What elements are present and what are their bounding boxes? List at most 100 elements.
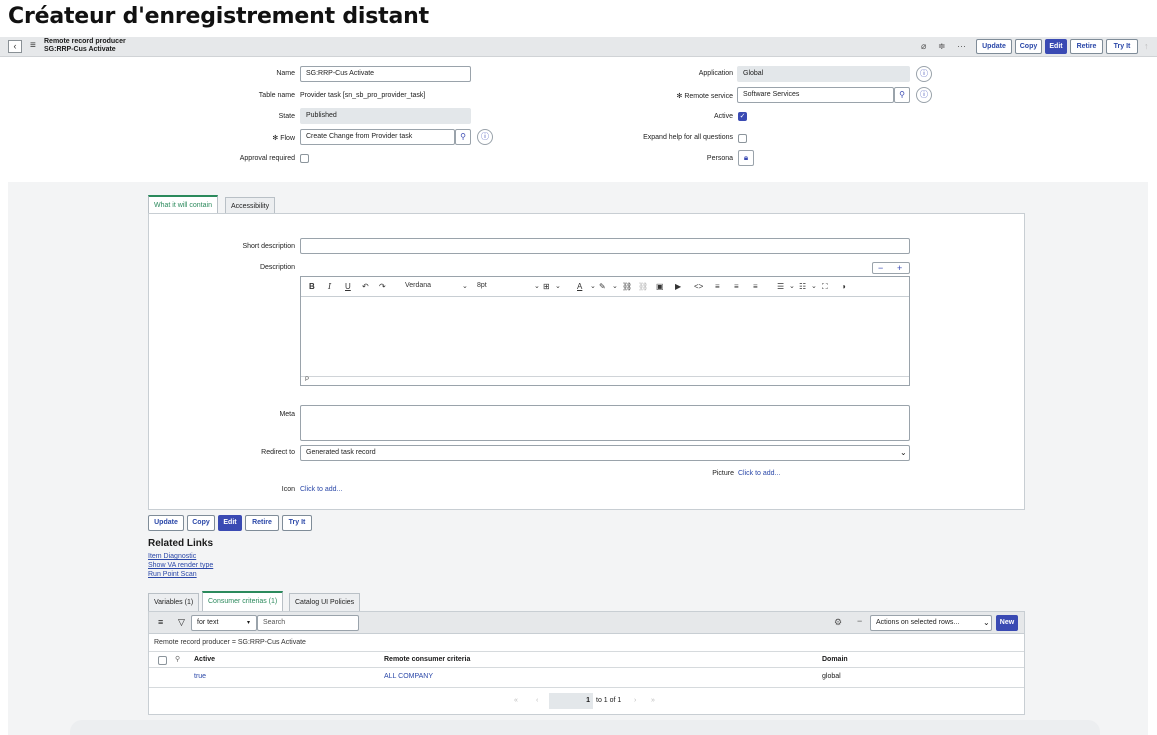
numbered-list-icon[interactable]: ☷: [799, 282, 806, 291]
approval-checkbox[interactable]: [300, 154, 309, 163]
next-page-icon[interactable]: ›: [634, 697, 636, 704]
show-va-render-link[interactable]: Show VA render type: [148, 562, 213, 569]
select-all-checkbox[interactable]: [158, 656, 167, 665]
name-field[interactable]: SG:RRP-Cus Activate: [300, 66, 471, 82]
align-right-icon[interactable]: ≡: [753, 282, 758, 291]
tab-variables[interactable]: Variables (1): [148, 593, 200, 611]
chevron-down-icon[interactable]: ⌄: [612, 282, 618, 290]
back-button[interactable]: ‹: [8, 40, 22, 53]
italic-icon[interactable]: I: [328, 282, 331, 291]
flow-field[interactable]: Create Change from Provider task: [300, 129, 455, 145]
attachment-icon[interactable]: ⌀: [921, 41, 926, 52]
text-color-icon[interactable]: A: [577, 282, 582, 291]
image-icon[interactable]: ▣: [656, 282, 664, 291]
page-input[interactable]: 1: [549, 693, 593, 709]
redirect-select[interactable]: Generated task record: [300, 445, 910, 461]
column-active[interactable]: Active: [194, 656, 215, 663]
try-it-button[interactable]: Try It: [1106, 39, 1138, 54]
new-button[interactable]: New: [996, 615, 1018, 631]
filter-icon[interactable]: ▽: [178, 617, 185, 628]
actions-select[interactable]: Actions on selected rows...: [870, 615, 992, 631]
chevron-down-icon[interactable]: ⌄: [590, 282, 596, 290]
table-icon[interactable]: ⊞: [543, 282, 550, 291]
table-name-value: Provider task [sn_sb_pro_provider_task]: [300, 92, 426, 99]
icon-add-link[interactable]: Click to add...: [300, 486, 342, 493]
expand-help-label: Expand help for all questions: [643, 134, 733, 141]
tab-consumer-criterias[interactable]: Consumer criterias (1): [202, 591, 284, 611]
bullet-list-icon[interactable]: ☰: [777, 282, 784, 291]
undo-icon[interactable]: ↶: [362, 282, 369, 291]
collapse-icon[interactable]: −: [878, 263, 883, 273]
tab-what-it-will-contain[interactable]: What it will contain: [148, 195, 218, 213]
edit-button[interactable]: Edit: [1045, 39, 1067, 54]
active-label: Active: [713, 113, 733, 120]
rich-text-editor[interactable]: B I U ↶ ↷ Verdana ⌄ 8pt ⌄ ⊞ ⌄ A ⌄ ✎ ⌄ ⛓ …: [300, 276, 910, 386]
more-icon[interactable]: ···: [957, 41, 966, 51]
prev-page-icon[interactable]: ‹: [536, 697, 538, 704]
list-menu-icon[interactable]: ≡: [158, 617, 163, 627]
row-criteria[interactable]: ALL COMPANY: [384, 673, 433, 680]
form-header: ‹ ≡ Remote record producer SG:RRP-Cus Ac…: [0, 37, 1157, 57]
picture-add-link[interactable]: Click to add...: [738, 470, 780, 477]
chevron-down-icon[interactable]: ⌄: [789, 282, 795, 290]
chevron-down-icon[interactable]: ⌄: [534, 282, 540, 290]
align-left-icon[interactable]: ≡: [715, 282, 720, 291]
contrast-icon[interactable]: ◑: [841, 282, 846, 291]
run-point-scan-link[interactable]: Run Point Scan: [148, 571, 197, 578]
table-row: true ALL COMPANY global: [149, 668, 1024, 688]
item-diagnostic-link[interactable]: Item Diagnostic: [148, 553, 196, 560]
copy-button[interactable]: Copy: [187, 515, 215, 531]
active-checkbox[interactable]: ✓: [738, 112, 747, 121]
tab-catalog-ui-policies[interactable]: Catalog UI Policies: [289, 593, 361, 611]
link-icon[interactable]: ⛓: [622, 282, 632, 291]
video-icon[interactable]: ▶: [675, 282, 681, 291]
search-icon[interactable]: ⚲: [175, 655, 180, 663]
align-center-icon[interactable]: ≡: [734, 282, 739, 291]
font-family-select[interactable]: Verdana: [405, 282, 431, 289]
lock-icon[interactable]: 🔒︎: [738, 150, 754, 166]
meta-label: Meta: [279, 411, 295, 418]
short-description-field[interactable]: [300, 238, 910, 254]
scroll-up-icon[interactable]: ↑: [1144, 41, 1149, 51]
meta-field[interactable]: [300, 405, 910, 441]
column-domain[interactable]: Domain: [822, 656, 848, 663]
column-remote-consumer-criteria[interactable]: Remote consumer criteria: [384, 656, 470, 663]
search-icon[interactable]: ⚲: [894, 87, 910, 103]
underline-icon[interactable]: U: [345, 282, 351, 291]
search-input[interactable]: Search: [257, 615, 359, 631]
unlink-icon[interactable]: ⛓: [638, 282, 648, 291]
expand-help-checkbox[interactable]: [738, 134, 747, 143]
info-icon[interactable]: ⓘ: [916, 66, 932, 82]
info-icon[interactable]: ⓘ: [916, 87, 932, 103]
first-page-icon[interactable]: «: [514, 697, 518, 704]
chevron-down-icon[interactable]: ⌄: [555, 282, 561, 290]
bold-icon[interactable]: B: [309, 282, 315, 291]
try-it-button[interactable]: Try It: [282, 515, 312, 531]
collapse-icon[interactable]: −: [857, 616, 862, 626]
update-button[interactable]: Update: [148, 515, 184, 531]
related-list: ≡ ▽ for text ▾ Search ⚙ − Actions on sel…: [148, 611, 1025, 715]
chevron-down-icon[interactable]: ⌄: [811, 282, 817, 290]
short-description-label: Short description: [242, 243, 295, 250]
gear-icon[interactable]: ⚙: [834, 617, 842, 628]
description-label: Description: [259, 264, 295, 271]
chevron-down-icon[interactable]: ⌄: [462, 282, 468, 290]
expand-icon[interactable]: +: [897, 263, 902, 273]
update-button[interactable]: Update: [976, 39, 1012, 54]
retire-button[interactable]: Retire: [245, 515, 279, 531]
edit-button[interactable]: Edit: [218, 515, 242, 531]
remote-service-field[interactable]: Software Services: [737, 87, 894, 103]
copy-button[interactable]: Copy: [1015, 39, 1042, 54]
retire-button[interactable]: Retire: [1070, 39, 1103, 54]
code-icon[interactable]: <>: [694, 282, 703, 291]
row-active[interactable]: true: [194, 673, 206, 680]
search-icon[interactable]: ⚲: [455, 129, 471, 145]
info-icon[interactable]: ⓘ: [477, 129, 493, 145]
hamburger-icon[interactable]: ≡: [30, 40, 36, 51]
highlight-icon[interactable]: ✎: [599, 282, 606, 291]
fullscreen-icon[interactable]: ⛶: [822, 282, 828, 292]
settings-icon[interactable]: ≑: [938, 41, 946, 52]
redo-icon[interactable]: ↷: [379, 282, 386, 291]
last-page-icon[interactable]: »: [651, 697, 655, 704]
font-size-select[interactable]: 8pt: [477, 282, 487, 289]
